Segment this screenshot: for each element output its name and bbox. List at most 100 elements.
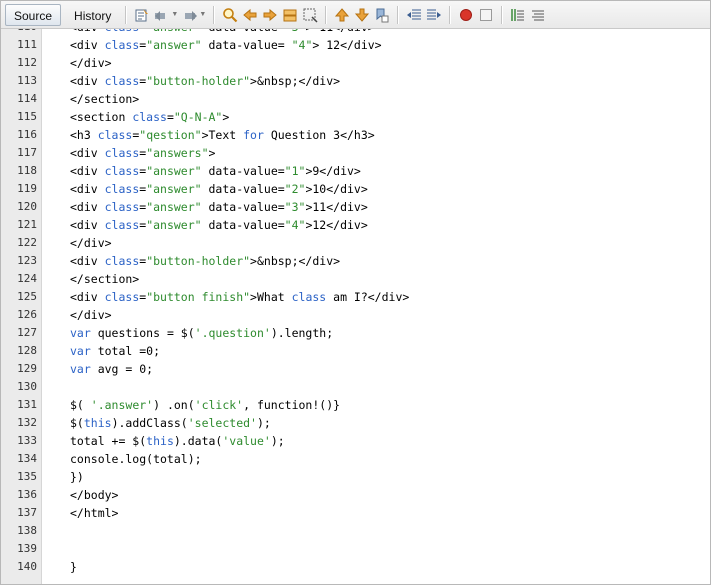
- code-line[interactable]: <section class="Q-N-A">: [42, 108, 710, 126]
- code-token: ) .on(: [153, 398, 195, 412]
- code-line[interactable]: </body>: [42, 486, 710, 504]
- code-token: ).data(: [173, 434, 223, 448]
- code-token: <section: [70, 110, 133, 124]
- line-number: 123: [17, 254, 37, 267]
- code-line[interactable]: total += $(this).data('value');: [42, 432, 710, 450]
- code-editor[interactable]: 110 111 112 113 114 115 116 117 118 119 120 121 122 1…: [1, 29, 710, 584]
- next-bookmark-icon[interactable]: [354, 7, 370, 23]
- back-icon[interactable]: [154, 7, 170, 23]
- line-number: 120: [17, 200, 37, 213]
- code-line[interactable]: <div class="button-holder">&nbsp;</div>: [42, 72, 710, 90]
- keyword-token: class: [97, 128, 133, 142]
- shift-right-icon[interactable]: [426, 7, 442, 23]
- shift-left-icon[interactable]: [406, 7, 422, 23]
- code-line[interactable]: $(this).addClass('selected');: [42, 414, 710, 432]
- line-number: 112: [17, 56, 37, 69]
- find-previous-icon[interactable]: [242, 7, 258, 23]
- tab-source[interactable]: Source: [5, 3, 62, 26]
- code-token: >Text: [201, 128, 244, 142]
- find-icon[interactable]: [222, 7, 238, 23]
- code-line[interactable]: var avg = 0;: [42, 360, 710, 378]
- code-line[interactable]: <div class="button finish">What class am…: [42, 288, 710, 306]
- code-token: data-value=: [201, 218, 285, 232]
- code-line[interactable]: console.log(total);: [42, 450, 710, 468]
- code-line[interactable]: </div>: [42, 234, 710, 252]
- code-line[interactable]: }): [42, 468, 710, 486]
- last-edit-icon[interactable]: [134, 7, 150, 23]
- code-line[interactable]: <div class="answer" data-value= "4"> 12<…: [42, 36, 710, 54]
- code-line[interactable]: }: [42, 558, 710, 576]
- code-line-text: </div>: [70, 54, 112, 72]
- code-line[interactable]: </section>: [42, 270, 710, 288]
- chevron-down-icon[interactable]: ▼: [199, 11, 206, 18]
- code-token: $(: [70, 398, 91, 412]
- line-number: 131: [17, 398, 37, 411]
- code-line-text: </div>: [70, 234, 112, 252]
- toolbar-separator: [125, 5, 128, 24]
- string-token: "3": [285, 29, 306, 34]
- toolbar-separator: [325, 5, 328, 24]
- code-line[interactable]: var questions = $('.question').length;: [42, 324, 710, 342]
- code-line[interactable]: <div class="answer" data-value="2">10</d…: [42, 180, 710, 198]
- uncomment-icon[interactable]: [530, 7, 546, 23]
- code-token: ).length;: [270, 326, 334, 340]
- stop-macro-icon[interactable]: [478, 7, 494, 23]
- code-line[interactable]: [42, 522, 710, 540]
- keyword-token: var: [70, 326, 91, 340]
- code-line[interactable]: [42, 540, 710, 558]
- code-line[interactable]: </div>: [42, 306, 710, 324]
- code-line-text: <div class="button-holder">&nbsp;</div>: [70, 252, 340, 270]
- find-selection-icon[interactable]: [282, 7, 298, 23]
- string-token: 'click': [194, 398, 244, 412]
- keyword-token: class: [104, 218, 140, 232]
- code-line[interactable]: </div>: [42, 54, 710, 72]
- code-line-text: </section>: [70, 90, 139, 108]
- code-token: data-value=: [202, 29, 285, 34]
- chevron-down-icon[interactable]: ▼: [171, 11, 178, 18]
- code-token: am I?</div>: [326, 290, 410, 304]
- prev-bookmark-icon[interactable]: [334, 7, 350, 23]
- keyword-token: this: [146, 434, 174, 448]
- code-line-text: console.log(total);: [70, 450, 202, 468]
- code-line[interactable]: var total =0;: [42, 342, 710, 360]
- code-line[interactable]: </section>: [42, 90, 710, 108]
- tab-history[interactable]: History: [65, 4, 120, 26]
- code-line[interactable]: <div class="answer" data-value="3"> 11</…: [42, 29, 710, 36]
- code-line[interactable]: <div class="answers">: [42, 144, 710, 162]
- code-token: </section>: [70, 272, 140, 286]
- line-number: 113: [17, 74, 37, 87]
- code-line[interactable]: </html>: [42, 504, 710, 522]
- forward-icon[interactable]: [182, 7, 198, 23]
- find-next-icon[interactable]: [262, 7, 278, 23]
- keyword-token: for: [243, 128, 264, 142]
- code-token: >11</div>: [305, 200, 368, 214]
- comment-icon[interactable]: [510, 7, 526, 23]
- code-token: );: [256, 416, 271, 430]
- code-token: <div: [70, 29, 105, 34]
- toolbar-separator: [449, 5, 452, 24]
- code-area[interactable]: <div class="answer" data-value="3"> 11</…: [42, 29, 710, 584]
- code-line-text: <div class="answers">: [70, 144, 215, 162]
- code-line[interactable]: <h3 class="qestion">Text for Question 3<…: [42, 126, 710, 144]
- string-token: "qestion": [139, 128, 202, 142]
- keyword-token: class: [104, 146, 140, 160]
- toolbar-separator: [213, 5, 216, 24]
- toggle-highlight-icon[interactable]: [302, 7, 318, 23]
- string-token: "answer": [146, 182, 202, 196]
- code-line-text: <div class="answer" data-value="3"> 11</…: [70, 29, 375, 36]
- code-line[interactable]: <div class="answer" data-value="4">12</d…: [42, 216, 710, 234]
- record-macro-icon[interactable]: [458, 7, 474, 23]
- code-token: </div>: [70, 308, 112, 322]
- code-line[interactable]: <div class="button-holder">&nbsp;</div>: [42, 252, 710, 270]
- code-line[interactable]: [42, 378, 710, 396]
- string-token: "3": [284, 200, 306, 214]
- code-line[interactable]: <div class="answer" data-value="3">11</d…: [42, 198, 710, 216]
- code-line[interactable]: <div class="answer" data-value="1">9</di…: [42, 162, 710, 180]
- toolbar-separator: [501, 5, 504, 24]
- keyword-token: this: [83, 416, 112, 430]
- code-line-text: var questions = $('.question').length;: [70, 324, 333, 342]
- code-line[interactable]: $( '.answer') .on('click', function!()}: [42, 396, 710, 414]
- code-token: Question 3</h3>: [263, 128, 375, 142]
- keyword-token: var: [70, 362, 91, 376]
- toggle-bookmark-icon[interactable]: [374, 7, 390, 23]
